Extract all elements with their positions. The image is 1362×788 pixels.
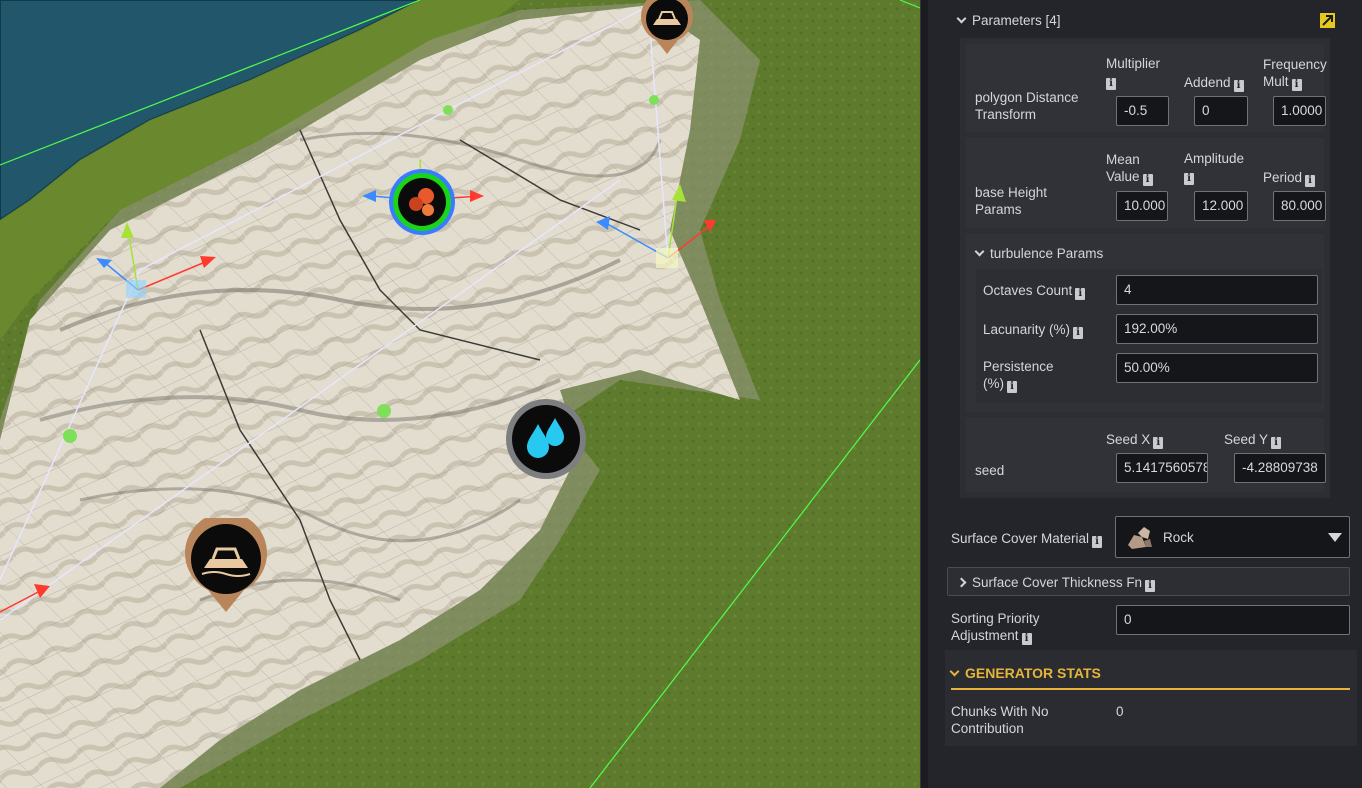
persistence-label: Persistence (%) i: [983, 359, 1054, 393]
info-icon[interactable]: i: [1145, 580, 1156, 592]
info-icon[interactable]: i: [1271, 437, 1282, 449]
seed-y-input[interactable]: -4.28809738: [1234, 453, 1326, 483]
chunks-value: 0: [1116, 704, 1124, 719]
sorting-label: Sorting Priority Adjustment i: [951, 611, 1040, 645]
deposit-icon: [389, 169, 455, 235]
inspector-panel: Parameters [4] polygon Distance Transfor…: [928, 0, 1362, 788]
info-icon[interactable]: i: [1184, 173, 1194, 185]
frequency-mult-input[interactable]: 1.0000: [1273, 96, 1326, 126]
surface-cover-label: Surface Cover Material i: [951, 530, 1103, 548]
water-drops-icon: [506, 399, 586, 479]
scene-viewport[interactable]: [0, 0, 920, 788]
parameters-foldout[interactable]: Parameters [4]: [956, 12, 1061, 29]
period-input[interactable]: 80.000: [1273, 191, 1326, 221]
lacunarity-label: Lacunarity (%) i: [983, 321, 1084, 339]
addend-label: Addend i: [1184, 74, 1244, 92]
expand-icon[interactable]: [1320, 13, 1335, 28]
thickness-fn-label: Surface Cover Thickness Fn: [972, 575, 1143, 590]
marker-water[interactable]: [505, 398, 587, 480]
seed-x-label: Seed Xi: [1106, 431, 1164, 449]
turbulence-foldout[interactable]: turbulence Params: [974, 245, 1104, 262]
surface-cover-value: Rock: [1163, 530, 1194, 545]
mean-value-input[interactable]: 10.000: [1116, 191, 1168, 221]
dropdown-arrow-icon: [1328, 533, 1342, 542]
generator-stats-foldout[interactable]: GENERATOR STATS: [949, 665, 1101, 682]
info-icon[interactable]: i: [1075, 288, 1086, 300]
amplitude-label: Amplitude i: [1184, 151, 1245, 185]
seed-label: seed: [975, 463, 1005, 478]
thickness-fn-foldout[interactable]: Surface Cover Thickness Fn i: [947, 567, 1350, 596]
addend-input[interactable]: 0: [1194, 96, 1248, 126]
barge-icon: [185, 518, 267, 612]
terrain-scene[interactable]: [0, 0, 920, 788]
info-icon[interactable]: i: [1291, 79, 1302, 91]
rock-icon: [1128, 527, 1152, 549]
surface-cover-dropdown[interactable]: Rock: [1115, 516, 1350, 558]
turbulence-header: turbulence Params: [990, 246, 1104, 261]
barge-icon: [641, 0, 693, 54]
info-icon[interactable]: i: [1007, 381, 1017, 393]
info-icon[interactable]: i: [1092, 536, 1103, 548]
sorting-input[interactable]: 0: [1116, 605, 1350, 635]
chevron-right-icon: [956, 577, 967, 588]
amplitude-input[interactable]: 12.000: [1194, 191, 1248, 221]
chevron-down-icon: [956, 13, 967, 24]
info-icon[interactable]: i: [1021, 633, 1032, 645]
multiplier-input[interactable]: -0.5: [1116, 96, 1169, 126]
period-label: Period i: [1263, 169, 1316, 187]
frequency-mult-label: Frequency Mult i: [1263, 57, 1327, 91]
chevron-down-icon: [974, 246, 985, 257]
info-icon[interactable]: i: [1142, 174, 1153, 186]
chevron-down-icon: [949, 666, 960, 677]
chunks-label: Chunks With No Contribution: [951, 704, 1049, 736]
marker-barge-top[interactable]: [640, 0, 694, 54]
multiplier-label: Multiplier i: [1106, 56, 1161, 90]
generator-stats-header: GENERATOR STATS: [965, 665, 1101, 681]
octaves-input[interactable]: 4: [1116, 275, 1318, 305]
mean-value-label: Mean Value i: [1106, 151, 1166, 186]
base-height-label: base Height Params: [975, 185, 1048, 217]
info-icon[interactable]: i: [1305, 175, 1316, 187]
panel-splitter[interactable]: [920, 0, 928, 788]
octaves-label: Octaves Count i: [983, 282, 1086, 300]
seed-x-input[interactable]: 5.1417560578: [1116, 453, 1208, 483]
polygon-distance-label: polygon Distance Transform: [975, 90, 1079, 122]
persistence-input[interactable]: 50.00%: [1116, 353, 1318, 383]
info-icon[interactable]: i: [1073, 327, 1084, 339]
seed-y-label: Seed Yi: [1224, 431, 1282, 449]
info-icon[interactable]: i: [1153, 437, 1164, 449]
info-icon[interactable]: i: [1106, 78, 1116, 90]
info-icon[interactable]: i: [1233, 80, 1244, 92]
marker-barge-bottom[interactable]: [184, 518, 268, 612]
lacunarity-input[interactable]: 192.00%: [1116, 314, 1318, 344]
parameters-header: Parameters [4]: [972, 13, 1061, 28]
marker-deposit-selected[interactable]: [388, 168, 456, 236]
section-divider: [951, 688, 1350, 690]
